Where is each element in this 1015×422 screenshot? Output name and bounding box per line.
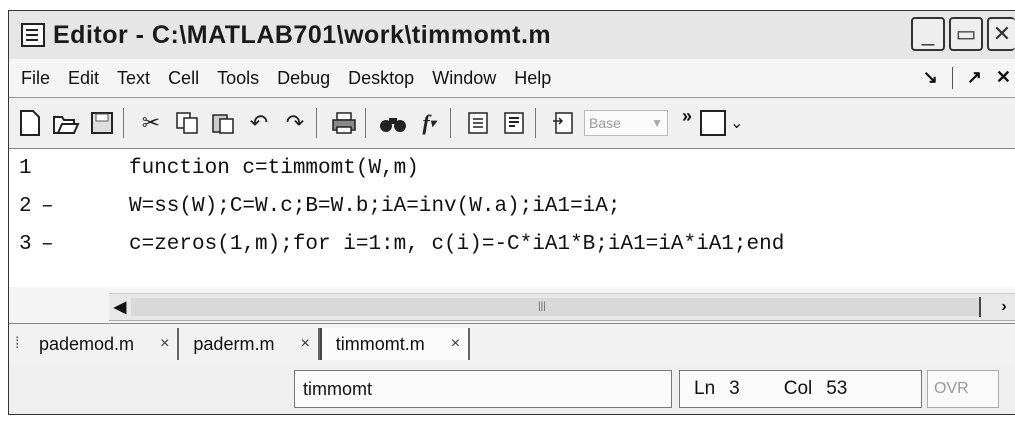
cursor-position: Ln 3 Col 53 [679,370,922,408]
window-title: Editor - C:\MATLAB701\work\timmomt.m [53,20,552,49]
editor-app-icon [21,23,45,47]
menu-file[interactable]: File [21,68,50,89]
status-bar: timmomt Ln 3 Col 53 OVR [9,364,1015,414]
code-line[interactable]: 2 – W=ss(W);C=W.c;B=W.b;iA=inv(W.a);iA1=… [9,189,620,223]
tab-close-icon[interactable]: × [160,335,169,353]
line-label: Ln [694,378,716,399]
dock-controls: ↘ ↗ ✕ [923,67,1011,89]
menu-cell[interactable]: Cell [168,68,199,89]
paste-icon[interactable] [208,108,238,138]
tab-timmomt[interactable]: timmomt.m × [319,328,471,360]
toolbar: ✂ ↶ ↷ f ▾ Base ▼ » ⌄ [9,98,1015,149]
code-text[interactable]: c=zeros(1,m);for i=1:m, c(i)=-C*iA1*B;iA… [129,233,784,256]
code-line[interactable]: 3 – c=zeros(1,m);for i=1:m, c(i)=-C*iA1*… [9,227,784,261]
current-function-field: timmomt [294,370,672,408]
find-icon[interactable] [378,108,408,138]
scroll-right-icon[interactable]: › [993,298,1015,316]
close-button[interactable]: ✕ [987,17,1015,51]
menu-debug[interactable]: Debug [277,68,330,89]
tab-label: timmomt.m [335,333,425,354]
toolbar-separator [535,108,536,138]
title-bar[interactable]: Editor - C:\MATLAB701\work\timmomt.m _ ▭… [9,11,1015,60]
scroll-end-marker [979,297,981,317]
overwrite-label: OVR [934,380,969,397]
column-value: 53 [826,378,848,399]
undo-icon[interactable]: ↶ [244,108,274,138]
menu-desktop[interactable]: Desktop [348,68,414,89]
open-file-icon[interactable] [51,108,81,138]
line-number: 1 [19,156,32,180]
tab-label: paderm.m [193,333,275,354]
scroll-grip[interactable]: ||| [538,301,546,312]
function-icon[interactable]: f ▾ [414,108,444,138]
menu-tools[interactable]: Tools [217,68,259,89]
chevron-down-icon[interactable]: ⌄ [730,113,743,133]
print-icon[interactable] [329,108,359,138]
tab-bar-grip[interactable]: ⁞ [15,335,25,353]
dock-separator [951,67,953,89]
scroll-left-icon[interactable]: ◀ [109,297,131,317]
tab-pademod[interactable]: pademod.m × [25,328,180,360]
menu-help[interactable]: Help [514,68,551,89]
tab-close-icon[interactable]: × [451,335,460,353]
current-function-name: timmomt [303,378,372,399]
horizontal-scrollbar[interactable]: ◀ ||| › [109,293,1015,321]
tab-close-icon[interactable]: × [300,335,309,353]
scroll-track[interactable]: ||| [131,298,979,316]
undock-icon[interactable]: ↗ [967,67,982,89]
breakpoint-marker[interactable]: – [41,233,101,256]
menu-bar: File Edit Text Cell Tools Debug Desktop … [9,59,1015,98]
toolbar-separator [123,108,124,138]
menu-edit[interactable]: Edit [68,68,99,89]
copy-icon[interactable] [172,108,202,138]
stack-icon[interactable] [463,108,493,138]
redo-icon[interactable]: ↷ [280,108,310,138]
toolbar-separator [316,108,317,138]
toolbar-overflow-button[interactable]: » [682,106,692,127]
toolbar-separator [365,108,366,138]
tab-paderm[interactable]: paderm.m × [179,328,320,360]
cut-icon[interactable]: ✂ [136,108,166,138]
cell-icon[interactable] [499,108,529,138]
line-number: 2 [19,194,32,218]
breakpoint-marker[interactable]: – [41,195,101,218]
code-editor[interactable]: 1 function c=timmomt(W,m) 2 – W=ss(W);C=… [9,149,1015,287]
line-value: 3 [729,378,740,399]
dock-icon[interactable]: ↘ [923,67,938,89]
editor-window: Editor - C:\MATLAB701\work\timmomt.m _ ▭… [8,10,1015,415]
line-number: 3 [19,232,32,256]
overwrite-indicator: OVR [927,370,999,408]
stack-select[interactable]: Base ▼ [584,110,668,136]
stack-select-value: Base [589,115,621,131]
code-text[interactable]: function c=timmomt(W,m) [129,157,419,180]
maximize-button[interactable]: ▭ [949,17,983,51]
column-label: Col [783,378,813,399]
editor-close-icon[interactable]: ✕ [996,67,1011,89]
chevron-down-icon: ▼ [651,116,663,130]
window-controls: _ ▭ ✕ [911,17,1015,51]
code-text[interactable]: W=ss(W);C=W.c;B=W.b;iA=inv(W.a);iA1=iA; [129,195,620,218]
code-line[interactable]: 1 function c=timmomt(W,m) [9,151,419,185]
menu-text[interactable]: Text [117,68,150,89]
toolbar-separator [450,108,451,138]
menu-window[interactable]: Window [432,68,496,89]
minimize-button[interactable]: _ [911,17,945,51]
run-cell-icon[interactable] [548,108,578,138]
toolbar-checkbox[interactable] [700,110,727,136]
new-file-icon[interactable] [15,108,45,138]
document-tabs: ⁞ pademod.m × paderm.m × timmomt.m × [9,323,1015,365]
tab-label: pademod.m [39,333,135,354]
save-icon[interactable] [87,108,117,138]
